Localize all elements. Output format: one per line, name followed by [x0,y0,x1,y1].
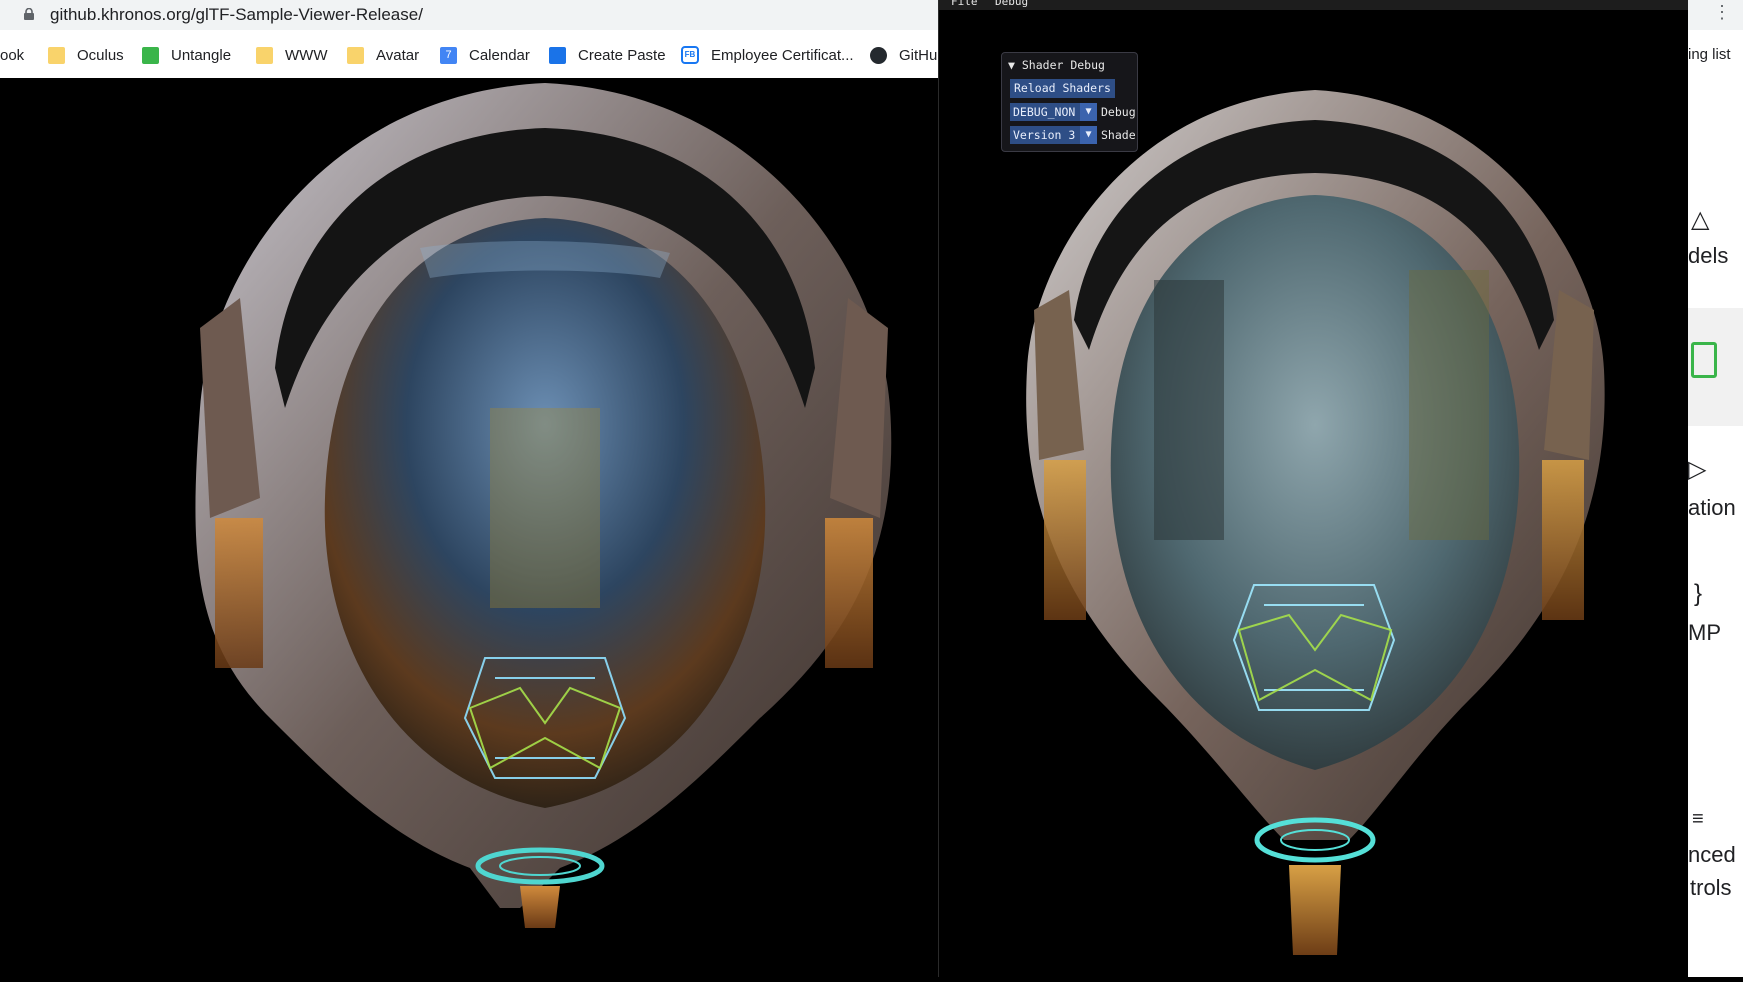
shader-version-select[interactable]: Version 3 ▼ [1010,126,1097,144]
bookmark-label: Employee Certificat... [711,46,854,64]
web-viewer-canvas[interactable] [0,78,938,977]
shader-label: Shader [1101,128,1135,142]
dropdown-arrow-icon[interactable]: ▼ [1080,126,1097,144]
sidebar-item-models[interactable]: △ dels [1688,205,1743,275]
folder-icon [48,46,65,64]
shader-version-value: Version 3 [1013,128,1075,142]
bookmark-calendar[interactable]: 7 Calendar [440,42,530,68]
github-icon [870,46,887,64]
bookmark-create-paste[interactable]: Create Paste [549,42,666,68]
dropdown-arrow-icon[interactable]: ▼ [1080,103,1097,121]
debug-mode-select[interactable]: DEBUG_NONE ▼ [1010,103,1097,121]
bookmark-label: Oculus [77,46,124,64]
sidebar-item-display[interactable] [1688,338,1743,398]
url-text[interactable]: github.khronos.org/glTF-Sample-Viewer-Re… [50,5,423,25]
bookmark-employee-certificate[interactable]: FB Employee Certificat... [681,42,854,68]
debug-label: Debug [1101,105,1135,119]
bookmark-github[interactable]: GitHu [870,42,937,68]
more-menu-icon[interactable]: ⋮ [1713,2,1731,23]
sliders-icon: ≡ [1692,808,1704,830]
shader-debug-panel: ▼ Shader Debug Reload Shaders DEBUG_NONE… [1001,52,1138,152]
sidebar-item-xmp[interactable]: } MP [1688,580,1743,650]
fb-icon: FB [681,46,699,64]
menu-file[interactable]: File [951,0,978,8]
bookmark-untangle[interactable]: Untangle [142,42,231,68]
bookmark-item[interactable]: ook [0,42,24,68]
reload-shaders-button[interactable]: Reload Shaders [1010,79,1115,98]
bookmark-avatar[interactable]: Avatar [347,42,419,68]
sidebar-item-label: MP [1688,620,1721,645]
bookmark-label: WWW [285,46,328,64]
untangle-icon [142,46,159,64]
sidebar-item-advanced-controls[interactable]: ≡ nced trols [1688,808,1743,908]
native-viewer-window: File Debug ▼ Shader Debug Reload Shaders… [938,0,1689,977]
panel-title: Shader Debug [1021,58,1105,72]
bookmark-label: Untangle [171,46,232,64]
menu-debug[interactable]: Debug [995,0,1028,8]
bookmark-www[interactable]: WWW [256,42,327,68]
helmet-model-render [195,83,892,928]
browser-chrome: github.khronos.org/glTF-Sample-Viewer-Re… [0,0,940,78]
image-icon [1691,342,1717,378]
sidebar-item-label: dels [1688,243,1729,268]
bookmark-oculus[interactable]: Oculus [48,42,124,68]
braces-icon: } [1694,580,1703,607]
play-icon: ▷ [1688,456,1707,483]
cube-icon: △ [1691,206,1710,233]
lock-icon [24,8,34,20]
bookmark-label: ook [0,46,25,64]
bookmark-label: Avatar [376,46,420,64]
collapse-triangle-icon[interactable]: ▼ [1008,58,1015,72]
menu-bar: File Debug [939,0,1689,10]
bookmark-label: GitHu [899,46,938,64]
bookmark-label: Calendar [469,46,530,64]
sidebar-item-label: ation [1688,495,1736,520]
sidebar-item-animation[interactable]: ▷ ation [1688,455,1743,525]
sidebar-item-label: nced [1688,842,1736,867]
paste-icon [549,46,566,64]
calendar-icon: 7 [440,46,457,64]
helmet-model-render-native[interactable] [939,10,1689,977]
bookmark-label: Create Paste [578,46,666,64]
sidebar-item-label: trols [1690,875,1732,900]
toolbar-peek: ⋮ [1688,0,1743,30]
bookmarks-bar: ook Oculus Untangle WWW Avatar 7 Calenda… [0,42,940,68]
shader-debug-header[interactable]: ▼ Shader Debug [1008,56,1105,74]
folder-icon [256,46,273,64]
address-bar[interactable]: github.khronos.org/glTF-Sample-Viewer-Re… [0,0,940,30]
reading-list-link[interactable]: ing list [1688,42,1731,68]
debug-mode-value: DEBUG_NONE [1013,105,1075,119]
folder-icon [347,46,364,64]
